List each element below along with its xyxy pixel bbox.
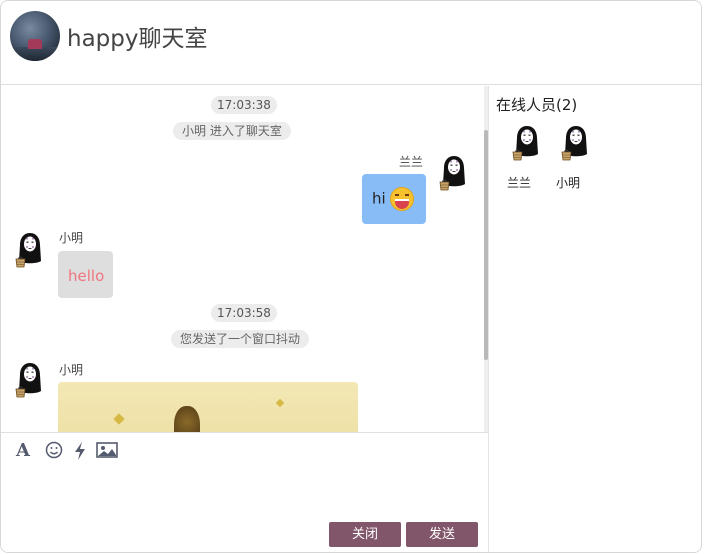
timestamp: 17:03:58 bbox=[211, 304, 277, 322]
image-message[interactable] bbox=[58, 382, 358, 432]
image-star-decoration bbox=[113, 413, 125, 425]
image-icon[interactable] bbox=[96, 441, 118, 461]
user-avatar[interactable] bbox=[561, 124, 591, 164]
timestamp: 17:03:38 bbox=[211, 96, 277, 114]
message-text: hi bbox=[372, 189, 386, 208]
grinning-face-emoji-icon bbox=[390, 187, 415, 211]
online-member[interactable]: 小明 bbox=[548, 124, 588, 191]
chat-header: happy聊天室 bbox=[1, 1, 701, 85]
sender-name: 兰兰 bbox=[399, 155, 424, 169]
message-bubble-mine: hi bbox=[362, 174, 426, 224]
online-members-panel: 在线人员(2) 兰兰 小明 bbox=[488, 86, 701, 552]
room-title: happy聊天室 bbox=[67, 26, 208, 52]
avatar-figure-decoration bbox=[28, 39, 42, 49]
avatar-water-decoration bbox=[10, 47, 60, 61]
sender-name: 小明 bbox=[59, 363, 84, 377]
lightning-icon[interactable] bbox=[70, 441, 90, 461]
user-avatar[interactable] bbox=[439, 154, 469, 194]
room-avatar bbox=[10, 11, 60, 61]
member-name: 小明 bbox=[555, 176, 580, 190]
system-notice: 您发送了一个窗口抖动 bbox=[171, 330, 310, 348]
send-button[interactable]: 发送 bbox=[406, 522, 478, 547]
close-button[interactable]: 关闭 bbox=[329, 522, 401, 547]
online-title: 在线人员(2) bbox=[496, 96, 578, 114]
user-avatar[interactable] bbox=[512, 124, 542, 164]
chat-window: happy聊天室 17:03:38 小明 进入了聊天室 兰兰 hi 小明 hel… bbox=[0, 0, 702, 553]
image-star-decoration bbox=[275, 398, 285, 408]
member-name: 兰兰 bbox=[506, 176, 531, 190]
font-icon[interactable]: A bbox=[13, 441, 33, 461]
message-list[interactable]: 17:03:38 小明 进入了聊天室 兰兰 hi 小明 hello 17:03:… bbox=[1, 86, 484, 432]
image-flower-decoration bbox=[174, 406, 200, 432]
sender-name: 小明 bbox=[59, 231, 84, 245]
message-composer[interactable]: A 关闭 发送 bbox=[1, 432, 488, 552]
emoji-icon[interactable] bbox=[44, 441, 64, 461]
message-bubble-theirs: hello bbox=[58, 251, 113, 298]
online-member[interactable]: 兰兰 bbox=[499, 124, 539, 191]
system-notice: 小明 进入了聊天室 bbox=[173, 122, 291, 140]
user-avatar[interactable] bbox=[15, 361, 45, 401]
message-text: hello bbox=[68, 267, 105, 285]
user-avatar[interactable] bbox=[15, 231, 45, 271]
